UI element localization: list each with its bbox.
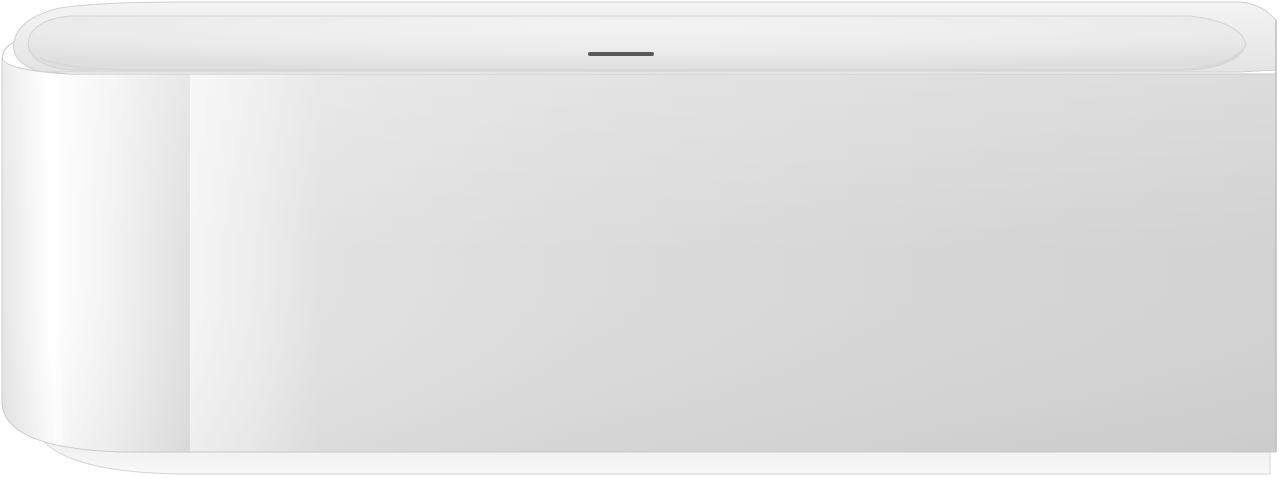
tub-basin <box>27 15 1247 71</box>
product-image <box>0 0 1280 478</box>
front-shading <box>2 60 1276 452</box>
drain-slot <box>588 52 654 56</box>
bathtub-illustration <box>1 1 1277 475</box>
